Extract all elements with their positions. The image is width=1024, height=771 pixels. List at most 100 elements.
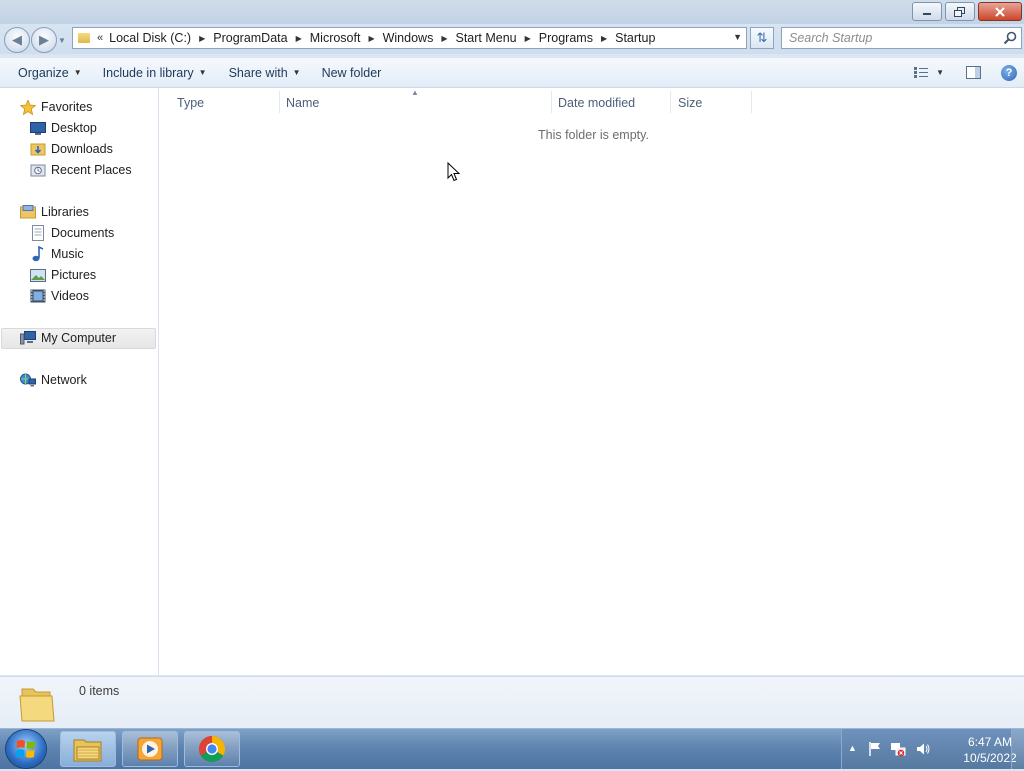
taskbar-chrome-button[interactable] bbox=[184, 731, 240, 767]
column-header-type[interactable]: Type bbox=[177, 92, 204, 114]
back-button[interactable]: ◀ bbox=[4, 27, 30, 53]
breadcrumb-separator-icon[interactable]: ▶ bbox=[601, 34, 607, 43]
nav-videos-label: Videos bbox=[51, 289, 89, 303]
preview-pane-icon[interactable] bbox=[966, 66, 981, 79]
column-header-date-modified[interactable]: Date modified bbox=[558, 92, 635, 114]
nav-videos[interactable]: Videos bbox=[30, 286, 89, 306]
column-date-modified-label: Date modified bbox=[558, 96, 636, 110]
videos-icon bbox=[30, 289, 46, 303]
breadcrumb-separator-icon[interactable]: ▶ bbox=[199, 34, 205, 43]
dropdown-arrow-icon: ▼ bbox=[198, 68, 207, 77]
nav-my-computer[interactable]: My Computer bbox=[20, 328, 116, 348]
breadcrumb-separator-icon[interactable]: ▶ bbox=[296, 34, 302, 43]
command-bar: Organize ▼ Include in library ▼ Share wi… bbox=[0, 58, 1024, 88]
nav-documents[interactable]: Documents bbox=[30, 223, 114, 243]
breadcrumb-separator-icon[interactable]: ▶ bbox=[368, 34, 374, 43]
taskbar-explorer-button[interactable] bbox=[60, 731, 116, 767]
breadcrumb-windows[interactable]: Windows bbox=[383, 31, 434, 45]
include-in-library-label: Include in library bbox=[102, 65, 194, 80]
nav-recent-places[interactable]: Recent Places bbox=[30, 160, 132, 180]
folder-icon bbox=[78, 33, 90, 43]
breadcrumb-separator-icon[interactable]: ▶ bbox=[525, 34, 531, 43]
view-options-dropdown-icon[interactable]: ▼ bbox=[936, 68, 944, 77]
nav-desktop[interactable]: Desktop bbox=[30, 118, 97, 138]
title-bar bbox=[0, 0, 1024, 24]
nav-my-computer-label: My Computer bbox=[41, 331, 117, 345]
address-bar[interactable]: « Local Disk (C:) ▶ ProgramData ▶ Micros… bbox=[72, 27, 747, 49]
column-divider[interactable] bbox=[751, 91, 752, 113]
nav-desktop-label: Desktop bbox=[51, 121, 97, 135]
taskbar: ▲ 6:47 AM 10/5/2022 bbox=[0, 728, 1024, 769]
column-divider[interactable] bbox=[551, 91, 552, 113]
column-divider[interactable] bbox=[279, 91, 280, 113]
search-box[interactable] bbox=[781, 27, 1022, 49]
action-center-flag-icon[interactable] bbox=[867, 741, 883, 757]
nav-documents-label: Documents bbox=[51, 226, 115, 240]
minimize-button[interactable] bbox=[912, 2, 942, 21]
organize-label: Organize bbox=[18, 65, 69, 80]
desktop-icon bbox=[30, 121, 46, 135]
new-folder-label: New folder bbox=[321, 65, 382, 80]
breadcrumb-programdata[interactable]: ProgramData bbox=[213, 31, 287, 45]
breadcrumb-overflow[interactable]: « bbox=[97, 32, 103, 44]
nav-libraries[interactable]: Libraries bbox=[20, 202, 89, 222]
close-icon bbox=[995, 6, 1005, 17]
forward-button[interactable]: ▶ bbox=[31, 27, 57, 53]
file-list-pane[interactable]: Type ▲ Name Date modified Size This fold… bbox=[159, 88, 1024, 675]
nav-favorites-label: Favorites bbox=[41, 100, 93, 114]
share-with-label: Share with bbox=[228, 65, 288, 80]
breadcrumb-startup[interactable]: Startup bbox=[615, 31, 655, 45]
volume-icon[interactable] bbox=[915, 741, 931, 757]
refresh-button[interactable]: ⇅ bbox=[750, 27, 774, 49]
close-button[interactable] bbox=[978, 2, 1022, 21]
dropdown-arrow-icon: ▼ bbox=[292, 68, 301, 77]
column-type-label: Type bbox=[177, 96, 205, 110]
star-icon bbox=[20, 99, 36, 115]
breadcrumb-local-disk[interactable]: Local Disk (C:) bbox=[109, 31, 191, 45]
breadcrumb-programs[interactable]: Programs bbox=[539, 31, 593, 45]
taskbar-media-player-button[interactable] bbox=[122, 731, 178, 767]
nav-pictures-label: Pictures bbox=[51, 268, 97, 282]
windows-logo-icon bbox=[16, 740, 35, 758]
libraries-icon bbox=[20, 205, 36, 219]
address-row: ◀ ▶ ▼ « Local Disk (C:) ▶ ProgramData ▶ … bbox=[0, 24, 1024, 54]
chrome-icon bbox=[198, 735, 226, 763]
column-header-name[interactable]: Name bbox=[286, 92, 319, 114]
change-view-icon[interactable] bbox=[914, 67, 929, 78]
column-name-label: Name bbox=[286, 96, 320, 110]
nav-network-label: Network bbox=[41, 373, 87, 387]
nav-favorites[interactable]: Favorites bbox=[20, 97, 92, 117]
column-divider[interactable] bbox=[670, 91, 671, 113]
network-status-icon[interactable] bbox=[890, 741, 906, 757]
network-icon bbox=[20, 373, 36, 387]
item-count: 0 items bbox=[79, 684, 120, 698]
breadcrumb-separator-icon[interactable]: ▶ bbox=[441, 34, 447, 43]
back-arrow-icon: ◀ bbox=[12, 32, 22, 47]
address-dropdown-icon[interactable]: ▼ bbox=[733, 32, 742, 42]
nav-music-label: Music bbox=[51, 247, 84, 261]
search-input[interactable] bbox=[789, 29, 994, 47]
search-icon[interactable] bbox=[1003, 31, 1017, 45]
recent-pages-dropdown-icon[interactable]: ▼ bbox=[58, 36, 66, 45]
pictures-icon bbox=[30, 268, 46, 282]
nav-music[interactable]: Music bbox=[30, 244, 84, 264]
share-with-menu[interactable]: Share with ▼ bbox=[220, 58, 310, 87]
start-button[interactable] bbox=[6, 730, 46, 768]
show-desktop-button[interactable] bbox=[1011, 729, 1024, 769]
mouse-cursor-icon bbox=[447, 162, 461, 182]
nav-downloads[interactable]: Downloads bbox=[30, 139, 113, 159]
downloads-folder-icon bbox=[30, 142, 46, 156]
new-folder-button[interactable]: New folder bbox=[313, 58, 391, 87]
nav-downloads-label: Downloads bbox=[51, 142, 113, 156]
empty-folder-message: This folder is empty. bbox=[538, 128, 649, 142]
column-header-size[interactable]: Size bbox=[678, 92, 702, 114]
include-in-library-menu[interactable]: Include in library ▼ bbox=[94, 58, 216, 87]
organize-menu[interactable]: Organize ▼ bbox=[9, 58, 91, 87]
nav-network[interactable]: Network bbox=[20, 370, 87, 390]
breadcrumb-microsoft[interactable]: Microsoft bbox=[310, 31, 361, 45]
breadcrumb-start-menu[interactable]: Start Menu bbox=[455, 31, 516, 45]
show-hidden-icons-icon[interactable]: ▲ bbox=[848, 743, 857, 753]
help-icon[interactable]: ? bbox=[1001, 64, 1017, 81]
nav-pictures[interactable]: Pictures bbox=[30, 265, 96, 285]
restore-button[interactable] bbox=[945, 2, 975, 21]
